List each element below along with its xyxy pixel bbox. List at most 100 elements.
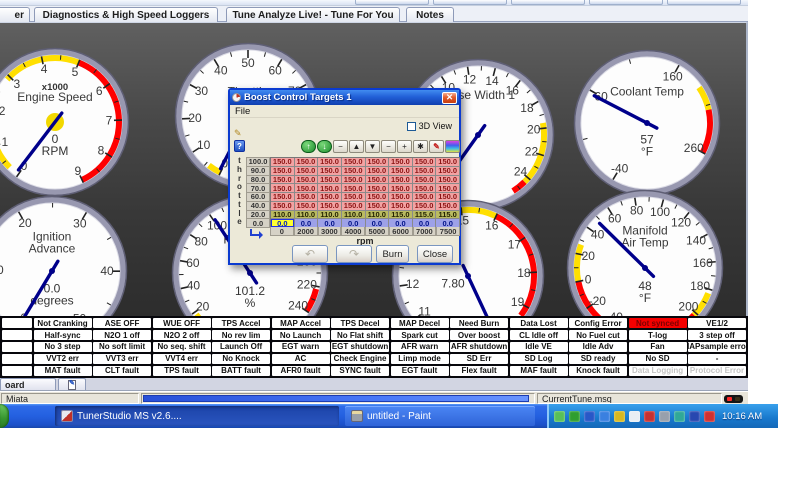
scale-down-icon[interactable]: ↓ <box>317 140 332 153</box>
tab-tune-analyze-live-tune-for-you[interactable]: Tune Analyze Live! - Tune For You <box>226 7 400 22</box>
toolbar-button-partial[interactable] <box>355 0 429 5</box>
table-cell[interactable]: 150.0 <box>318 176 342 185</box>
table-cell[interactable]: 150.0 <box>389 193 413 202</box>
table-cell[interactable]: 150.0 <box>436 167 460 176</box>
table-cell[interactable]: 150.0 <box>366 167 390 176</box>
table-cell[interactable]: 150.0 <box>436 184 460 193</box>
dialog-titlebar[interactable]: Boost Control Targets 1 ✕ <box>230 90 459 105</box>
table-cell[interactable]: 150.0 <box>295 184 319 193</box>
close-icon[interactable]: ✕ <box>442 92 457 104</box>
info-icon[interactable] <box>599 411 610 422</box>
table-cell[interactable]: 150.0 <box>366 176 390 185</box>
battery-icon[interactable] <box>689 411 700 422</box>
burn-button[interactable]: Burn <box>376 245 409 263</box>
table-cell[interactable]: 150.0 <box>389 202 413 211</box>
table-cell[interactable]: 150.0 <box>271 184 295 193</box>
tab-dashboard[interactable]: oard <box>0 378 56 390</box>
table-cell[interactable]: 150.0 <box>436 158 460 167</box>
table-cell[interactable]: 150.0 <box>295 202 319 211</box>
toolbar-button-partial[interactable] <box>667 0 741 5</box>
toolbar-button-partial[interactable] <box>433 0 507 5</box>
remote-desktop-icon[interactable] <box>659 411 670 422</box>
plus-icon[interactable]: + <box>397 140 412 153</box>
y-axis-value[interactable]: 0.0 <box>246 219 270 228</box>
key-icon[interactable] <box>614 411 625 422</box>
table-cell[interactable]: 110.0 <box>342 211 366 220</box>
task-paint[interactable]: untitled - Paint <box>345 406 535 426</box>
checkbox-3d-view[interactable] <box>407 122 416 131</box>
table-cell[interactable]: 150.0 <box>436 202 460 211</box>
messenger-icon[interactable] <box>584 411 595 422</box>
table-cell[interactable]: 150.0 <box>295 193 319 202</box>
table-cell[interactable]: 150.0 <box>295 167 319 176</box>
menu-file[interactable]: File <box>230 105 459 118</box>
help-icon[interactable]: ? <box>234 140 245 152</box>
table-cell[interactable]: 150.0 <box>342 184 366 193</box>
color-scale-icon[interactable] <box>445 140 460 153</box>
shield-check-icon[interactable] <box>629 411 640 422</box>
display-error-icon[interactable] <box>644 411 655 422</box>
tab-notes[interactable]: Notes <box>406 7 454 22</box>
view-3d-toggle[interactable]: 3D View <box>407 121 452 131</box>
table-cell[interactable]: 150.0 <box>271 193 295 202</box>
table-cell[interactable]: 150.0 <box>342 202 366 211</box>
table-cell[interactable]: 150.0 <box>366 202 390 211</box>
table-cell[interactable]: 150.0 <box>295 176 319 185</box>
x-axis-value[interactable]: 7500 <box>436 227 460 236</box>
edit-pencil-icon[interactable]: ✎ <box>234 128 242 139</box>
scale-up-icon[interactable]: ↑ <box>301 140 316 153</box>
table-cell[interactable]: 110.0 <box>271 211 295 220</box>
table-cell[interactable]: 150.0 <box>271 167 295 176</box>
x-axis-value[interactable]: 7000 <box>413 227 437 236</box>
x-axis-value[interactable]: 5000 <box>365 227 389 236</box>
x-axis-value[interactable]: 2000 <box>294 227 318 236</box>
table-cell[interactable]: 150.0 <box>413 202 437 211</box>
undo-button[interactable]: ↶ <box>292 245 328 263</box>
sync-icon[interactable] <box>674 411 685 422</box>
x-axis-value[interactable]: 3000 <box>318 227 342 236</box>
table-cell[interactable]: 150.0 <box>366 184 390 193</box>
axis-orientation-icon[interactable] <box>250 229 261 236</box>
tab-diagnostics-high-speed-loggers[interactable]: Diagnostics & High Speed Loggers <box>34 7 218 22</box>
table-cell[interactable]: 150.0 <box>413 193 437 202</box>
x-axis-value[interactable]: 4000 <box>341 227 365 236</box>
table-cell[interactable]: 115.0 <box>413 211 437 220</box>
table-cell[interactable]: 150.0 <box>413 176 437 185</box>
table-cell[interactable]: 150.0 <box>366 158 390 167</box>
redo-button[interactable]: ↷ <box>336 245 372 263</box>
toolbar-button-partial[interactable] <box>511 0 585 5</box>
table-cell[interactable]: 150.0 <box>413 184 437 193</box>
table-cell[interactable]: 115.0 <box>389 211 413 220</box>
table-cell[interactable]: 150.0 <box>318 184 342 193</box>
start-button[interactable] <box>0 404 9 428</box>
table-cell[interactable]: 150.0 <box>366 193 390 202</box>
multiply-icon[interactable]: ✱ <box>413 140 428 153</box>
table-cell[interactable]: 150.0 <box>436 193 460 202</box>
security-alert-icon[interactable] <box>704 411 715 422</box>
table-cell[interactable]: 150.0 <box>389 176 413 185</box>
tab-new-dashboard[interactable] <box>58 378 86 390</box>
table-cell[interactable]: 150.0 <box>342 193 366 202</box>
table-cell[interactable]: 150.0 <box>389 184 413 193</box>
table-cell[interactable]: 150.0 <box>389 167 413 176</box>
table-cell[interactable]: 150.0 <box>271 158 295 167</box>
increase-icon[interactable]: ▲ <box>349 140 364 153</box>
minus-icon[interactable]: − <box>381 140 396 153</box>
close-button[interactable]: Close <box>417 245 453 263</box>
table-cell[interactable]: 150.0 <box>271 202 295 211</box>
table-cell[interactable]: 150.0 <box>318 167 342 176</box>
table-cell[interactable]: 150.0 <box>413 158 437 167</box>
table-cell[interactable]: 150.0 <box>389 158 413 167</box>
table-cell[interactable]: 150.0 <box>318 158 342 167</box>
task-tunerstudio[interactable]: TunerStudio MS v2.6.... <box>55 406 339 426</box>
table-cell[interactable]: 150.0 <box>436 176 460 185</box>
table-cell[interactable]: 110.0 <box>295 211 319 220</box>
decrease-icon[interactable]: ▼ <box>365 140 380 153</box>
table-cell[interactable]: 150.0 <box>342 176 366 185</box>
table-cell[interactable]: 150.0 <box>271 176 295 185</box>
table-cell[interactable]: 150.0 <box>413 167 437 176</box>
table-cell[interactable]: 110.0 <box>366 211 390 220</box>
tab-partial[interactable]: er <box>0 7 30 22</box>
x-axis-value[interactable]: 6000 <box>389 227 413 236</box>
table-cell[interactable]: 150.0 <box>342 158 366 167</box>
